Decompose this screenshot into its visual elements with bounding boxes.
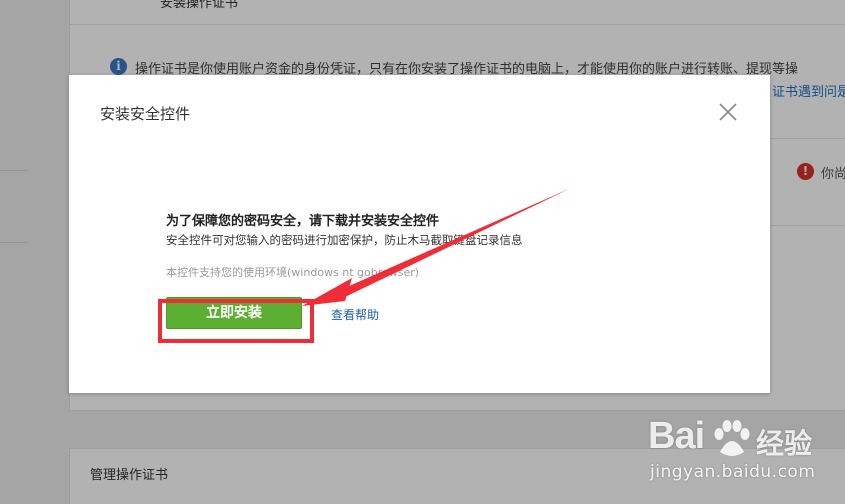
environment-note: 本控件支持您的使用环境(windows nt gobrowser) xyxy=(166,266,420,279)
annotation-highlight-box xyxy=(158,299,314,343)
security-description: 安全控件可对您输入的密码进行加密保护，防止木马截取键盘记录信息 xyxy=(166,233,523,247)
close-icon xyxy=(719,103,737,121)
dialog-title: 安装安全控件 xyxy=(100,105,191,123)
close-button[interactable] xyxy=(715,99,741,125)
install-control-dialog: 安装安全控件 为了保障您的密码安全，请下载并安装安全控件 安全控件可对您输入的密… xyxy=(69,75,770,393)
view-help-link[interactable]: 查看帮助 xyxy=(331,306,379,323)
security-heading: 为了保障您的密码安全，请下载并安装安全控件 xyxy=(166,214,440,229)
